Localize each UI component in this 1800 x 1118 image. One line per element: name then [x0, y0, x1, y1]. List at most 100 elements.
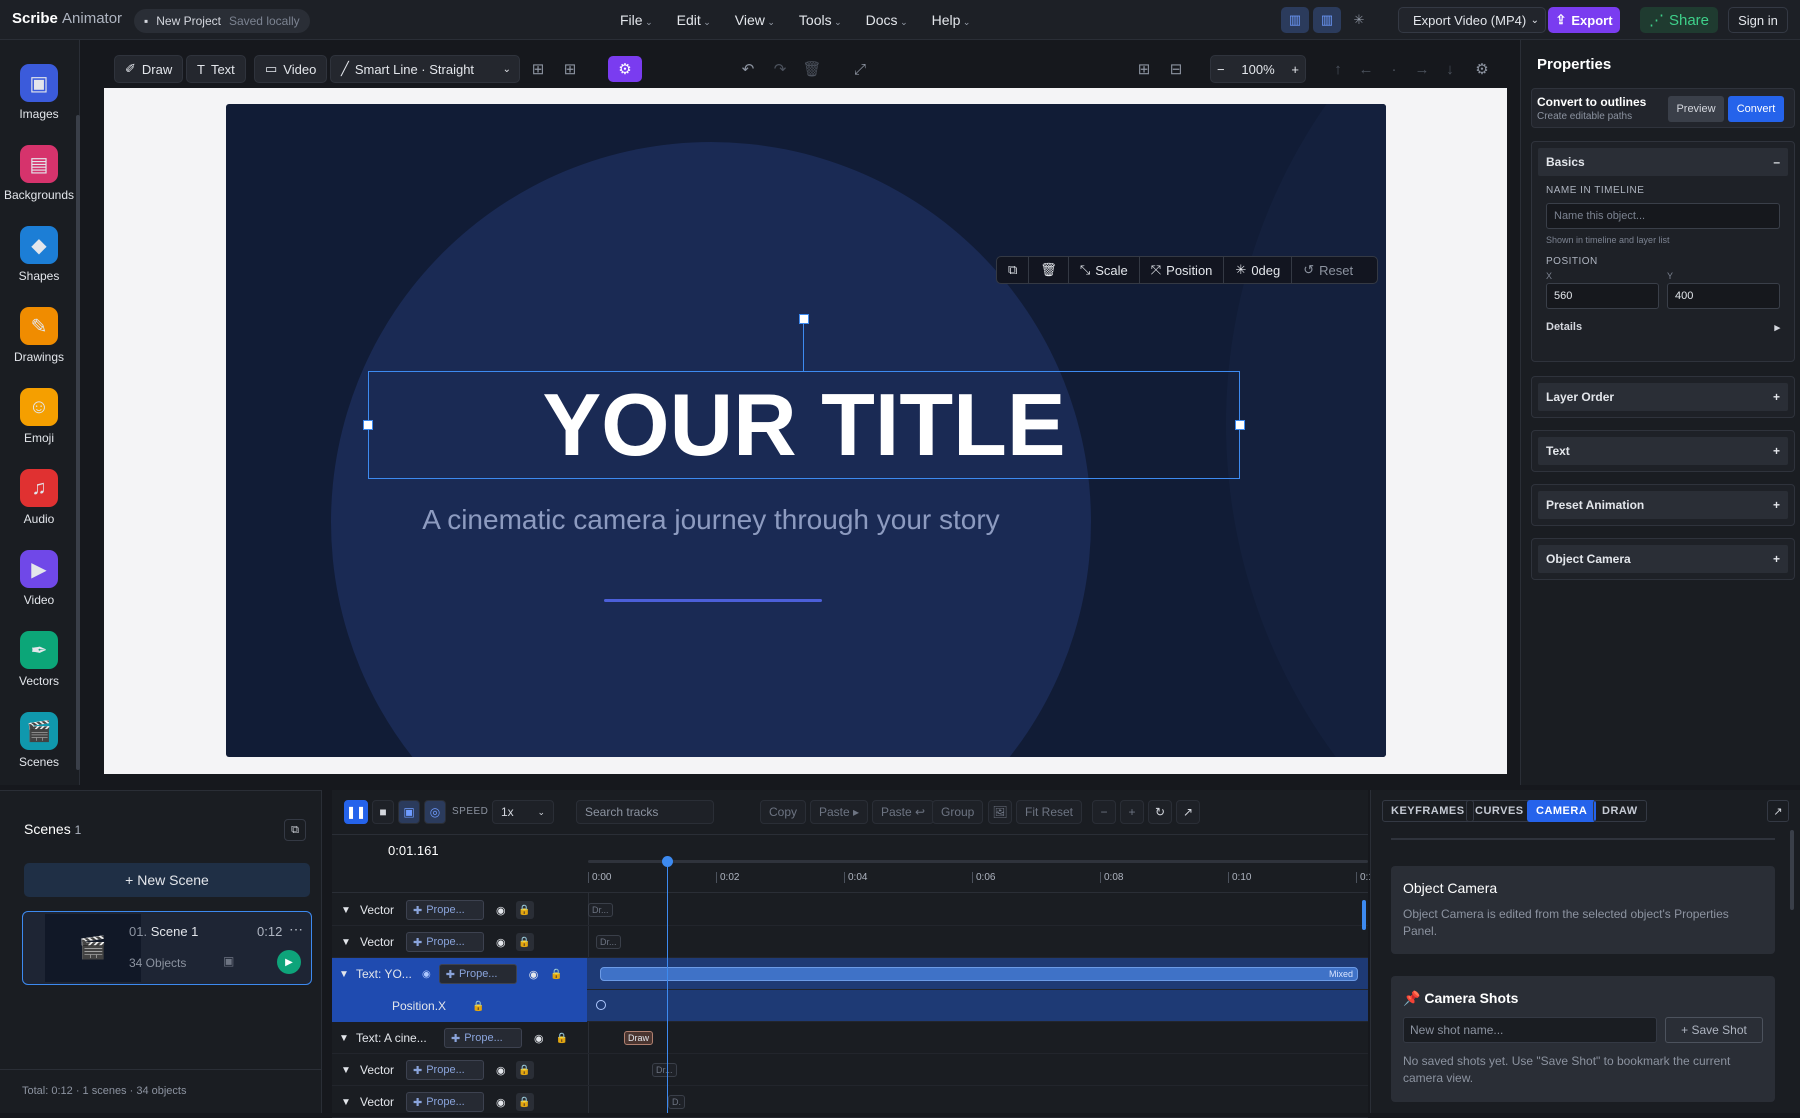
- expand-icon[interactable]: ↗: [1176, 800, 1200, 824]
- lock-icon[interactable]: 🔒: [515, 1061, 534, 1079]
- sidebar-item-emoji[interactable]: ☺ Emoji: [0, 388, 78, 445]
- menu-tools[interactable]: Tools: [799, 12, 842, 28]
- convert-button[interactable]: Convert: [1728, 96, 1784, 122]
- loading-icon[interactable]: ✳: [1345, 7, 1373, 33]
- collapse-icon[interactable]: ▼: [332, 969, 356, 980]
- gear-icon[interactable]: ⚙: [1470, 57, 1494, 81]
- keyframe-chip[interactable]: Dr...: [588, 903, 613, 917]
- rotation-button[interactable]: ✳ 0deg: [1224, 256, 1293, 284]
- new-scene-button[interactable]: + New Scene: [24, 863, 310, 897]
- keyframe-chip[interactable]: Dr...: [652, 1063, 677, 1077]
- layer-order-section[interactable]: Layer Order +: [1531, 376, 1795, 418]
- layout-right-icon[interactable]: ▥: [1313, 7, 1341, 33]
- export-format-select[interactable]: Export Video (MP4) ⌄: [1398, 7, 1546, 33]
- track-row[interactable]: ▼ Vector ✚ Prope... ◉ 🔒 Dr...: [332, 926, 1368, 958]
- text-button[interactable]: T Text: [186, 55, 246, 83]
- keyframe-dot[interactable]: [596, 1000, 606, 1010]
- grid-alt-icon[interactable]: ⊞: [558, 57, 582, 81]
- details-toggle[interactable]: Details ▸: [1546, 321, 1780, 334]
- lock-icon[interactable]: 🔒: [556, 1033, 568, 1044]
- shot-name-input[interactable]: New shot name...: [1403, 1017, 1657, 1043]
- target-icon[interactable]: ◉: [422, 969, 431, 980]
- zoom-in-icon[interactable]: +: [1291, 62, 1299, 77]
- collapse-icon[interactable]: ▼: [332, 1033, 356, 1044]
- eye-icon[interactable]: ◉: [496, 1064, 506, 1077]
- collapse-icon[interactable]: ▼: [332, 1097, 360, 1108]
- track-row[interactable]: ▼ Vector ✚ Prope... ◉ 🔒 D.: [332, 1086, 1368, 1118]
- more-icon[interactable]: ⋯: [289, 921, 303, 938]
- subtitle-text[interactable]: A cinematic camera journey through your …: [226, 504, 1196, 536]
- menu-view[interactable]: View: [735, 12, 775, 28]
- underline-shape[interactable]: [604, 599, 822, 602]
- arrow-left-icon[interactable]: ←: [1354, 57, 1378, 81]
- fit-reset-button[interactable]: Fit Reset: [1016, 800, 1083, 824]
- trash-icon[interactable]: 🗑: [800, 57, 824, 81]
- pause-button[interactable]: ❚❚: [344, 800, 368, 824]
- lock-icon[interactable]: 🔒: [515, 933, 534, 951]
- sidebar-item-backgrounds[interactable]: ▤ Backgrounds: [0, 145, 78, 202]
- grid-icon[interactable]: ⊞: [526, 57, 550, 81]
- selection-box[interactable]: [368, 371, 1240, 479]
- menu-help[interactable]: Help: [932, 12, 971, 28]
- track-row-property[interactable]: Position.X 🔒: [332, 990, 1368, 1022]
- save-shot-button[interactable]: + Save Shot: [1664, 1017, 1763, 1043]
- image-icon[interactable]: 🖼: [988, 800, 1012, 824]
- eye-icon[interactable]: ◉: [534, 1032, 544, 1045]
- eye-icon[interactable]: ◉: [529, 968, 539, 981]
- tab-curves[interactable]: CURVES: [1466, 800, 1533, 822]
- lock-icon[interactable]: 🔒: [550, 969, 562, 980]
- sidebar-item-scenes[interactable]: 🎬 Scenes: [0, 712, 78, 769]
- undo-icon[interactable]: ↶: [736, 57, 760, 81]
- track-row[interactable]: ▼ Vector ✚ Prope... ◉ 🔒 Dr...: [332, 894, 1368, 926]
- play-scene-button[interactable]: ▶: [277, 950, 301, 974]
- headphones-icon[interactable]: ◎: [424, 800, 446, 824]
- paste-button[interactable]: Paste ▸: [810, 800, 869, 824]
- share-button[interactable]: ⋰ Share: [1640, 7, 1718, 33]
- preview-button[interactable]: Preview: [1668, 96, 1724, 122]
- caption-icon[interactable]: ▣: [398, 800, 420, 824]
- delete-button[interactable]: 🗑: [1029, 256, 1069, 284]
- layout-grid-icon[interactable]: ⊞: [1132, 57, 1156, 81]
- clip-bar[interactable]: Mixed: [600, 967, 1358, 981]
- sidebar-item-drawings[interactable]: ✎ Drawings: [0, 307, 78, 364]
- property-chip[interactable]: ✚ Prope...: [406, 1092, 484, 1112]
- sidebar-scrollbar[interactable]: [76, 115, 80, 770]
- time-ruler[interactable]: 0:00 0:02 0:04 0:06 0:08 0:10 0:12: [588, 872, 1379, 890]
- scene-card[interactable]: 🎬 01. Scene 1 0:12 ⋯ 34 Objects ▣ ▶: [22, 911, 312, 985]
- sidebar-item-images[interactable]: ▣ Images: [0, 64, 78, 121]
- popout-icon[interactable]: ↗: [1767, 800, 1789, 822]
- keyframe-chip[interactable]: Dr...: [596, 935, 621, 949]
- duplicate-button[interactable]: ⧉: [997, 256, 1030, 284]
- menu-file[interactable]: File: [620, 12, 653, 28]
- eye-icon[interactable]: ◉: [496, 1096, 506, 1109]
- track-row-selected[interactable]: ▼ Text: YO... ◉ ✚ Prope... ◉ 🔒 Mixed: [332, 958, 1368, 990]
- timeline-scrollbar[interactable]: [1362, 900, 1366, 930]
- property-chip[interactable]: ✚ Prope...: [406, 932, 484, 952]
- track-row[interactable]: ▼ Vector ✚ Prope... ◉ 🔒 Dr...: [332, 1054, 1368, 1086]
- lock-icon[interactable]: 🔒: [515, 901, 534, 919]
- y-input[interactable]: 400: [1667, 283, 1780, 309]
- project-pill[interactable]: ▪ New Project Saved locally: [134, 9, 310, 33]
- lock-icon[interactable]: 🔒: [472, 1001, 484, 1012]
- group-button[interactable]: Group: [932, 800, 984, 824]
- stop-button[interactable]: ■: [372, 800, 394, 824]
- sidebar-item-audio[interactable]: ♫ Audio: [0, 469, 78, 526]
- text-section[interactable]: Text +: [1531, 430, 1795, 472]
- eye-icon[interactable]: ◉: [496, 936, 506, 949]
- resize-handle-left[interactable]: [363, 420, 373, 430]
- layout-left-icon[interactable]: ▥: [1281, 7, 1309, 33]
- name-input[interactable]: Name this object...: [1546, 203, 1780, 229]
- eye-icon[interactable]: ◉: [496, 904, 506, 917]
- center-icon[interactable]: ·: [1382, 57, 1406, 81]
- scale-button[interactable]: ⤡ Scale: [1069, 256, 1140, 284]
- stage[interactable]: YOUR TITLE A cinematic camera journey th…: [226, 104, 1386, 757]
- keyframe-chip[interactable]: D.: [668, 1095, 685, 1109]
- menu-edit[interactable]: Edit: [677, 12, 711, 28]
- redo-icon[interactable]: ↷: [768, 57, 792, 81]
- arrow-right-icon[interactable]: →: [1410, 57, 1434, 81]
- sign-in-button[interactable]: Sign in: [1728, 7, 1788, 33]
- resize-handle-right[interactable]: [1235, 420, 1245, 430]
- x-input[interactable]: 560: [1546, 283, 1659, 309]
- draw-button[interactable]: ✐ Draw: [114, 55, 184, 83]
- reset-button[interactable]: ↺ Reset: [1292, 256, 1364, 284]
